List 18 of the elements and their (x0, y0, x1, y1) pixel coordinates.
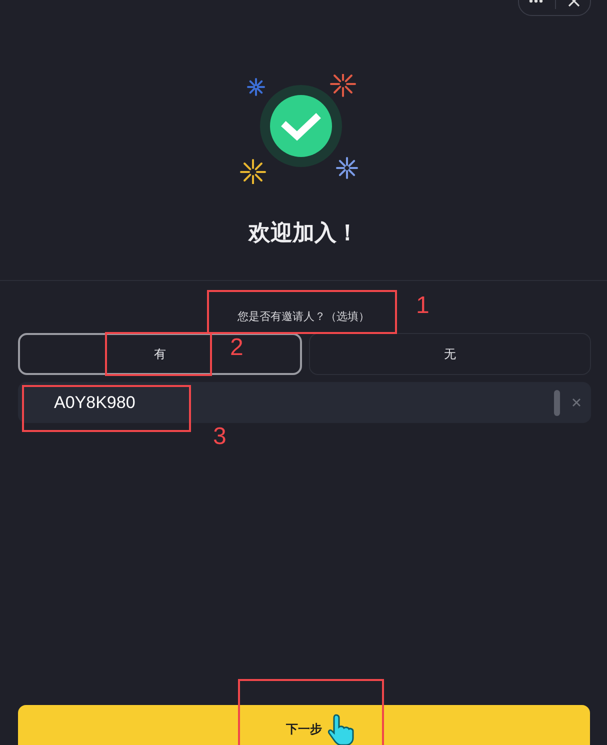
annotation-number: 3 (213, 425, 226, 449)
hand-cursor-icon (328, 713, 354, 745)
option-button[interactable]: 无 (309, 333, 591, 375)
more-icon[interactable] (529, 0, 543, 3)
annotation-number: 2 (230, 336, 244, 360)
clear-icon[interactable] (572, 398, 581, 407)
sparkle-icon (330, 74, 356, 97)
success-check-icon (260, 85, 342, 167)
code-input[interactable]: A0Y8K980 (52, 392, 554, 414)
invite-code-field[interactable]: A0Y8K980 (18, 382, 591, 423)
sparkle-icon (240, 159, 266, 184)
next-step-button[interactable]: 下一步 (18, 705, 590, 745)
inviter-question: 您是否有邀请人？（选填） (238, 310, 370, 323)
scroll-handle (554, 390, 560, 416)
annotation-number: 1 (416, 294, 430, 318)
welcome-title: 欢迎加入！ (248, 221, 358, 246)
sparkle-icon (336, 157, 358, 179)
sparkle-icon (246, 78, 264, 96)
